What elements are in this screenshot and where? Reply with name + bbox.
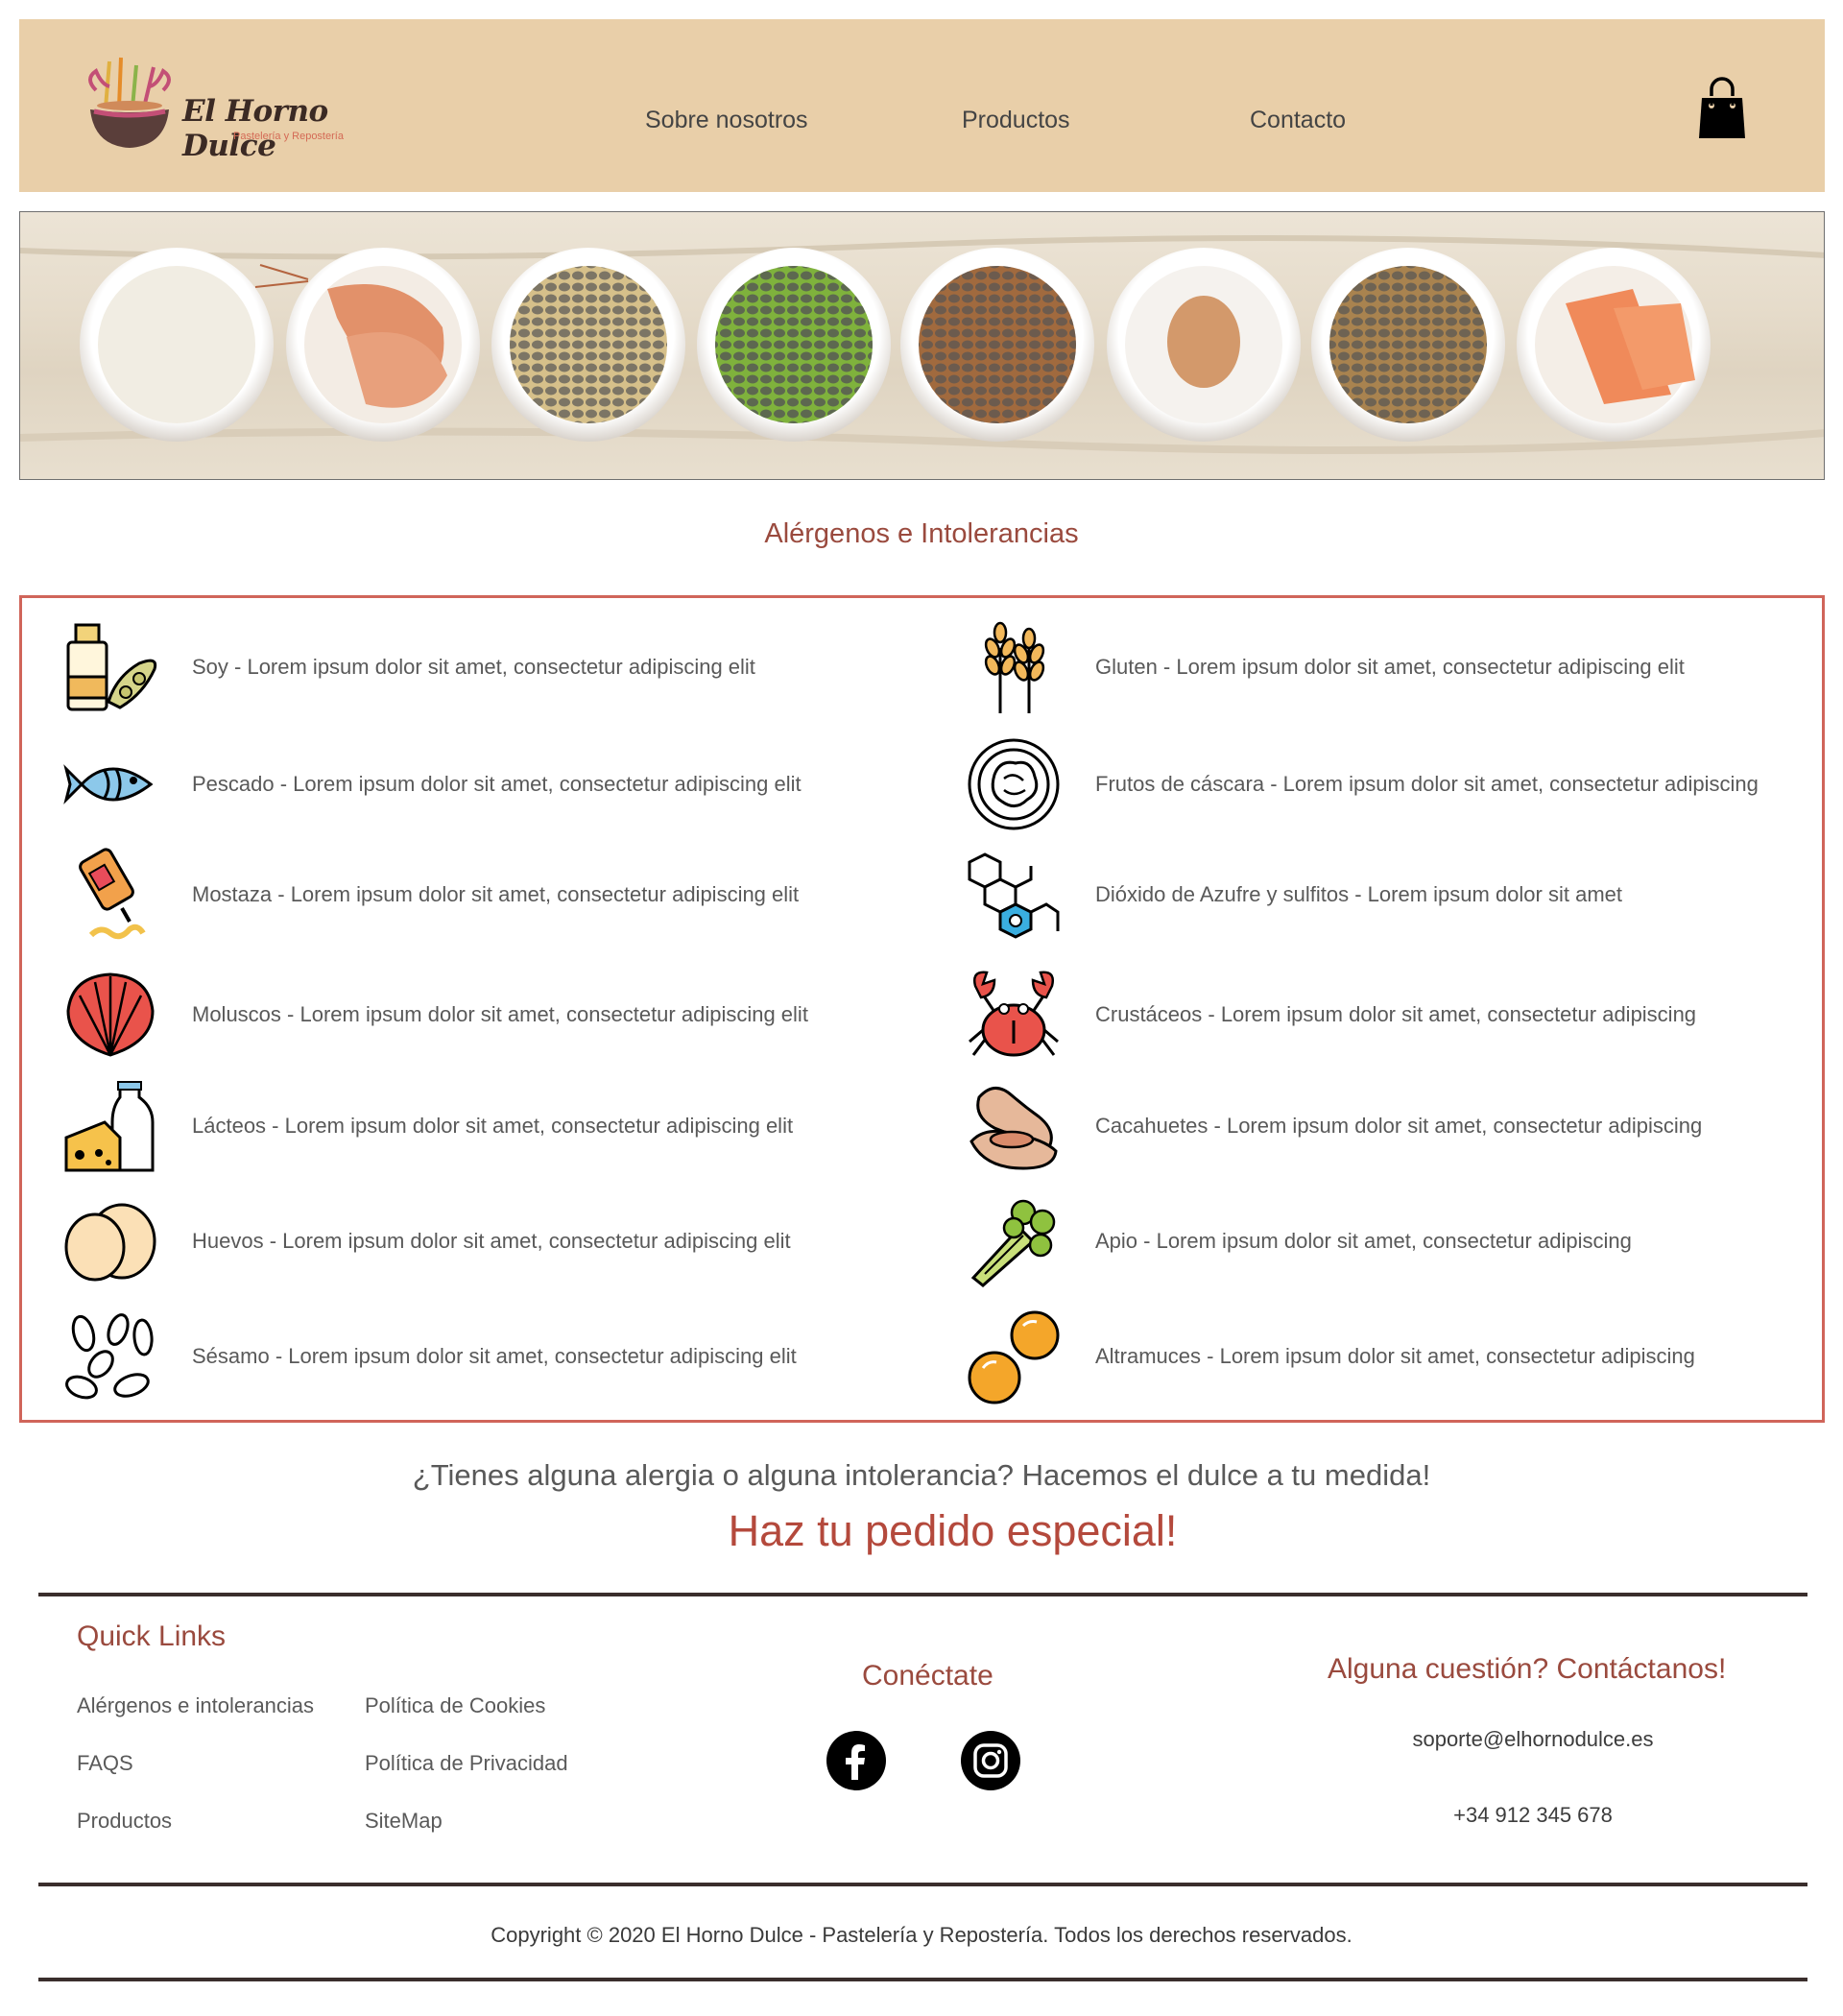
cart-button[interactable] bbox=[1697, 77, 1747, 145]
allergen-peanuts: Cacahuetes - Lorem ipsum dolor sit amet,… bbox=[961, 1073, 1702, 1179]
peanut-icon bbox=[961, 1073, 1066, 1179]
allergy-question: ¿Tienes alguna alergia o alguna intolera… bbox=[412, 1458, 1431, 1492]
contact-title: Alguna cuestión? Contáctanos! bbox=[1328, 1653, 1727, 1685]
allergen-celery: Apio - Lorem ipsum dolor sit amet, conse… bbox=[961, 1188, 1632, 1294]
nav-contacto[interactable]: Contacto bbox=[1250, 107, 1346, 134]
allergen-mustard-label: Mostaza - Lorem ipsum dolor sit amet, co… bbox=[192, 882, 800, 906]
brand-logo[interactable]: El Horno Dulce Pastelería y Repostería bbox=[58, 52, 365, 167]
allergen-dairy: Lácteos - Lorem ipsum dolor sit amet, co… bbox=[58, 1073, 793, 1179]
brand-name: El Horno Dulce bbox=[182, 94, 328, 163]
lupin-icon bbox=[961, 1304, 1066, 1409]
social-title: Conéctate bbox=[862, 1660, 993, 1692]
allergen-eggs: Huevos - Lorem ipsum dolor sit amet, con… bbox=[58, 1188, 791, 1294]
shopping-bag-icon bbox=[1699, 77, 1745, 138]
nav-productos[interactable]: Productos bbox=[962, 107, 1070, 134]
allergen-fish-label: Pescado - Lorem ipsum dolor sit amet, co… bbox=[192, 772, 802, 796]
dairy-icon bbox=[58, 1073, 163, 1179]
allergen-soy-label: Soy - Lorem ipsum dolor sit amet, consec… bbox=[192, 655, 755, 679]
link-sitemap[interactable]: SiteMap bbox=[365, 1809, 443, 1834]
footer-divider-bottom bbox=[38, 1978, 1807, 1981]
link-alergenos[interactable]: Alérgenos e intolerancias bbox=[77, 1693, 314, 1718]
eggs-icon bbox=[58, 1188, 163, 1294]
hero-banner bbox=[19, 211, 1825, 480]
allergen-fish: Pescado - Lorem ipsum dolor sit amet, co… bbox=[58, 732, 802, 837]
allergen-tree-nuts-label: Frutos de cáscara - Lorem ipsum dolor si… bbox=[1095, 772, 1759, 796]
celery-icon bbox=[961, 1188, 1066, 1294]
allergen-eggs-label: Huevos - Lorem ipsum dolor sit amet, con… bbox=[192, 1229, 791, 1253]
site-header: El Horno Dulce Pastelería y Repostería S… bbox=[19, 19, 1825, 192]
allergen-soy: Soy - Lorem ipsum dolor sit amet, consec… bbox=[58, 614, 755, 720]
crab-icon bbox=[961, 962, 1066, 1068]
contact-email[interactable]: soporte@elhornodulce.es bbox=[1336, 1727, 1730, 1752]
allergen-celery-label: Apio - Lorem ipsum dolor sit amet, conse… bbox=[1095, 1229, 1632, 1253]
instagram-button[interactable] bbox=[961, 1731, 1020, 1790]
allergen-sesame-label: Sésamo - Lorem ipsum dolor sit amet, con… bbox=[192, 1344, 797, 1368]
allergens-panel: Soy - Lorem ipsum dolor sit amet, consec… bbox=[19, 595, 1825, 1423]
allergen-molluscs: Moluscos - Lorem ipsum dolor sit amet, c… bbox=[58, 962, 808, 1068]
molecule-icon bbox=[961, 842, 1066, 948]
allergen-peanuts-label: Cacahuetes - Lorem ipsum dolor sit amet,… bbox=[1095, 1114, 1703, 1138]
link-productos[interactable]: Productos bbox=[77, 1809, 172, 1834]
mustard-icon bbox=[58, 842, 163, 948]
allergen-tree-nuts: Frutos de cáscara - Lorem ipsum dolor si… bbox=[961, 732, 1759, 837]
fish-icon bbox=[58, 732, 163, 837]
quick-links-title: Quick Links bbox=[77, 1620, 227, 1652]
allergen-gluten: Gluten - Lorem ipsum dolor sit amet, con… bbox=[961, 614, 1685, 720]
allergen-crustaceans-label: Crustáceos - Lorem ipsum dolor sit amet,… bbox=[1095, 1002, 1697, 1026]
link-privacidad[interactable]: Política de Privacidad bbox=[365, 1751, 568, 1776]
wheat-icon bbox=[961, 614, 1066, 720]
link-cookies[interactable]: Política de Cookies bbox=[365, 1693, 545, 1718]
allergen-sesame: Sésamo - Lorem ipsum dolor sit amet, con… bbox=[58, 1304, 797, 1409]
allergen-gluten-label: Gluten - Lorem ipsum dolor sit amet, con… bbox=[1095, 655, 1685, 679]
allergen-sulphites-label: Dióxido de Azufre y sulfitos - Lorem ips… bbox=[1095, 882, 1623, 906]
allergen-bowls-image bbox=[20, 235, 1824, 454]
allergen-lupin: Altramuces - Lorem ipsum dolor sit amet,… bbox=[961, 1304, 1695, 1409]
allergen-lupin-label: Altramuces - Lorem ipsum dolor sit amet,… bbox=[1095, 1344, 1695, 1368]
nav-sobre-nosotros[interactable]: Sobre nosotros bbox=[645, 107, 808, 134]
footer-divider-top bbox=[38, 1593, 1807, 1596]
sesame-icon bbox=[58, 1304, 163, 1409]
soy-icon bbox=[58, 614, 163, 720]
facebook-button[interactable] bbox=[826, 1731, 886, 1790]
allergen-sulphites: Dióxido de Azufre y sulfitos - Lorem ips… bbox=[961, 842, 1622, 948]
allergen-mustard: Mostaza - Lorem ipsum dolor sit amet, co… bbox=[58, 842, 799, 948]
footer-divider-middle bbox=[38, 1883, 1807, 1886]
facebook-icon bbox=[846, 1744, 865, 1780]
allergen-molluscs-label: Moluscos - Lorem ipsum dolor sit amet, c… bbox=[192, 1002, 808, 1026]
special-order-link[interactable]: Haz tu pedido especial! bbox=[0, 1506, 1843, 1556]
contact-phone[interactable]: +34 912 345 678 bbox=[1336, 1803, 1730, 1828]
shell-icon bbox=[58, 962, 163, 1068]
allergen-crustaceans: Crustáceos - Lorem ipsum dolor sit amet,… bbox=[961, 962, 1696, 1068]
walnut-icon bbox=[961, 732, 1066, 837]
allergen-dairy-label: Lácteos - Lorem ipsum dolor sit amet, co… bbox=[192, 1114, 794, 1138]
bakery-bowl-icon bbox=[88, 57, 171, 148]
copyright: Copyright © 2020 El Horno Dulce - Pastel… bbox=[491, 1923, 1352, 1947]
link-faqs[interactable]: FAQS bbox=[77, 1751, 133, 1776]
allergens-title: Alérgenos e Intolerancias bbox=[764, 518, 1079, 549]
brand-tagline: Pastelería y Repostería bbox=[233, 131, 344, 142]
instagram-icon bbox=[973, 1743, 1008, 1778]
